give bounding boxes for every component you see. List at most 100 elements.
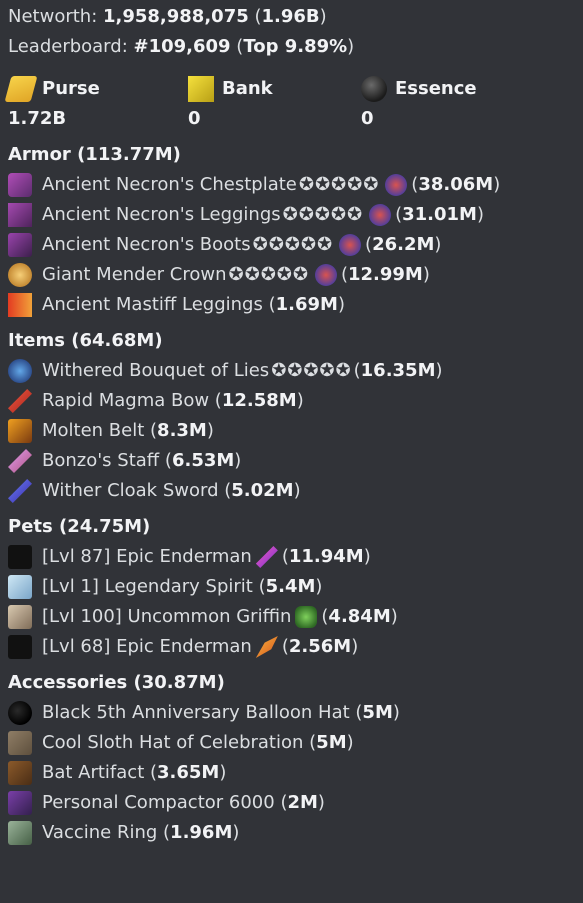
list-item: Bonzo's Staff (6.53M) — [8, 446, 575, 476]
networth-line: Networth: 1,958,988,075 (1.96B) — [8, 6, 327, 27]
list-item: Wither Cloak Sword (5.02M) — [8, 476, 575, 506]
purse-value: 1.72B — [8, 108, 67, 129]
item-value: 8.3M — [157, 420, 207, 441]
item-name: Ancient Mastiff Leggings — [42, 294, 263, 315]
item-name: Cool Sloth Hat of Celebration — [42, 732, 304, 753]
item-name: [Lvl 68] Epic Enderman — [42, 636, 252, 657]
bonzo-staff-icon — [8, 449, 32, 473]
essence-value: 0 — [361, 108, 374, 129]
sloth-hat-icon — [8, 731, 32, 755]
item-value: 5M — [316, 732, 347, 753]
pets-section-title: Pets (24.75M) — [8, 516, 151, 537]
item-stars: ✪✪✪✪✪ — [282, 204, 364, 225]
item-name: Molten Belt — [42, 420, 145, 441]
item-value: 4.84M — [328, 606, 391, 627]
enchant-gem-icon — [385, 174, 408, 196]
bank-label: Bank — [222, 78, 273, 99]
item-name: Black 5th Anniversary Balloon Hat — [42, 702, 350, 723]
item-value: 2.56M — [288, 636, 352, 657]
item-name: Personal Compactor 6000 — [42, 792, 275, 813]
essence-field: Essence 0 — [361, 74, 561, 134]
leaderboard-top: Top 9.89% — [243, 36, 348, 57]
gold-ingot-icon — [4, 76, 38, 102]
griffin-pet-icon — [8, 605, 32, 629]
item-name: Vaccine Ring — [42, 822, 158, 843]
bank-field: Bank 0 — [188, 74, 361, 134]
networth-label: Networth: — [8, 6, 103, 27]
enchant-gem-icon — [369, 204, 392, 226]
bank-value: 0 — [188, 108, 201, 129]
wither-essence-icon — [361, 76, 387, 102]
item-stars: ✪✪✪✪✪ — [252, 234, 334, 255]
mastiff-leggings-icon — [8, 293, 32, 317]
vaccine-ring-icon — [8, 821, 32, 845]
enderman-pet-icon — [8, 545, 32, 569]
item-value: 26.2M — [372, 234, 435, 255]
item-name: Bonzo's Staff — [42, 450, 160, 471]
list-item: Vaccine Ring (1.96M) — [8, 818, 575, 848]
item-value: 5.02M — [231, 480, 294, 501]
currency-row: Purse 1.72B Bank 0 Essence 0 — [4, 74, 575, 134]
leaderboard-label: Leaderboard: — [8, 36, 134, 57]
spirit-pet-icon — [8, 575, 32, 599]
list-item: Ancient Necron's Leggings ✪✪✪✪✪ (31.01M) — [8, 200, 575, 230]
necron-leggings-icon — [8, 203, 32, 227]
item-name: Ancient Necron's Leggings — [42, 204, 281, 225]
necron-chestplate-icon — [8, 173, 32, 197]
item-value: 2M — [287, 792, 318, 813]
list-item: Giant Mender Crown ✪✪✪✪✪ (12.99M) — [8, 260, 575, 290]
green-gem-item-icon — [295, 606, 318, 628]
essence-label: Essence — [395, 78, 477, 99]
item-name: Withered Bouquet of Lies — [42, 360, 270, 381]
item-value: 1.69M — [275, 294, 338, 315]
item-value: 5.4M — [265, 576, 316, 597]
leaderboard-line: Leaderboard: #109,609 (Top 9.89%) — [8, 36, 355, 57]
armor-section-title: Armor (113.77M) — [8, 144, 181, 165]
balloon-hat-icon — [8, 701, 32, 725]
enchant-gem-icon — [339, 234, 362, 256]
purse-field: Purse 1.72B — [4, 74, 188, 134]
gold-block-icon — [188, 76, 214, 102]
item-name: [Lvl 87] Epic Enderman — [42, 546, 252, 567]
list-item: Withered Bouquet of Lies ✪✪✪✪✪ (16.35M) — [8, 356, 575, 386]
list-item: Ancient Necron's Boots ✪✪✪✪✪ (26.2M) — [8, 230, 575, 260]
enderman-pet-icon — [8, 635, 32, 659]
item-stars: ✪✪✪✪✪ — [228, 264, 309, 285]
enchant-gem-icon — [314, 264, 337, 286]
necron-boots-icon — [8, 233, 32, 257]
item-name: Giant Mender Crown — [42, 264, 227, 285]
list-item: Bat Artifact (3.65M) — [8, 758, 575, 788]
magma-bow-icon — [8, 389, 32, 413]
item-value: 5M — [362, 702, 393, 723]
networth-short: 1.96B — [261, 6, 320, 27]
item-value: 6.53M — [171, 450, 235, 471]
networth-value: 1,958,988,075 — [102, 6, 249, 27]
networth-message: Networth: 1,958,988,075 (1.96B) Leaderbo… — [0, 0, 583, 848]
item-value: 12.99M — [347, 264, 423, 285]
items-section-title: Items (64.68M) — [8, 330, 163, 351]
item-value: 11.94M — [288, 546, 364, 567]
compactor-icon — [8, 791, 32, 815]
item-value: 1.96M — [170, 822, 233, 843]
item-stars: ✪✪✪✪✪ — [271, 360, 352, 381]
item-name: Ancient Necron's Chestplate — [42, 174, 297, 195]
bat-artifact-icon — [8, 761, 32, 785]
pink-sword-item-icon — [255, 546, 278, 568]
list-item: Molten Belt (8.3M) — [8, 416, 575, 446]
list-item: [Lvl 68] Epic Enderman (2.56M) — [8, 632, 575, 662]
list-item: [Lvl 87] Epic Enderman (11.94M) — [8, 542, 575, 572]
list-item: Personal Compactor 6000 (2M) — [8, 788, 575, 818]
item-value: 31.01M — [402, 204, 477, 225]
item-name: Ancient Necron's Boots — [42, 234, 251, 255]
list-item: Black 5th Anniversary Balloon Hat (5M) — [8, 698, 575, 728]
item-name: [Lvl 1] Legendary Spirit — [42, 576, 253, 597]
item-name: Rapid Magma Bow — [42, 390, 210, 411]
wither-cloak-sword-icon — [8, 479, 32, 503]
item-value: 16.35M — [360, 360, 436, 381]
purse-label: Purse — [42, 78, 100, 99]
list-item: Rapid Magma Bow (12.58M) — [8, 386, 575, 416]
leaderboard-rank: #109,609 — [133, 36, 231, 57]
mender-crown-icon — [8, 263, 32, 287]
item-name: Wither Cloak Sword — [42, 480, 219, 501]
item-value: 38.06M — [418, 174, 494, 195]
